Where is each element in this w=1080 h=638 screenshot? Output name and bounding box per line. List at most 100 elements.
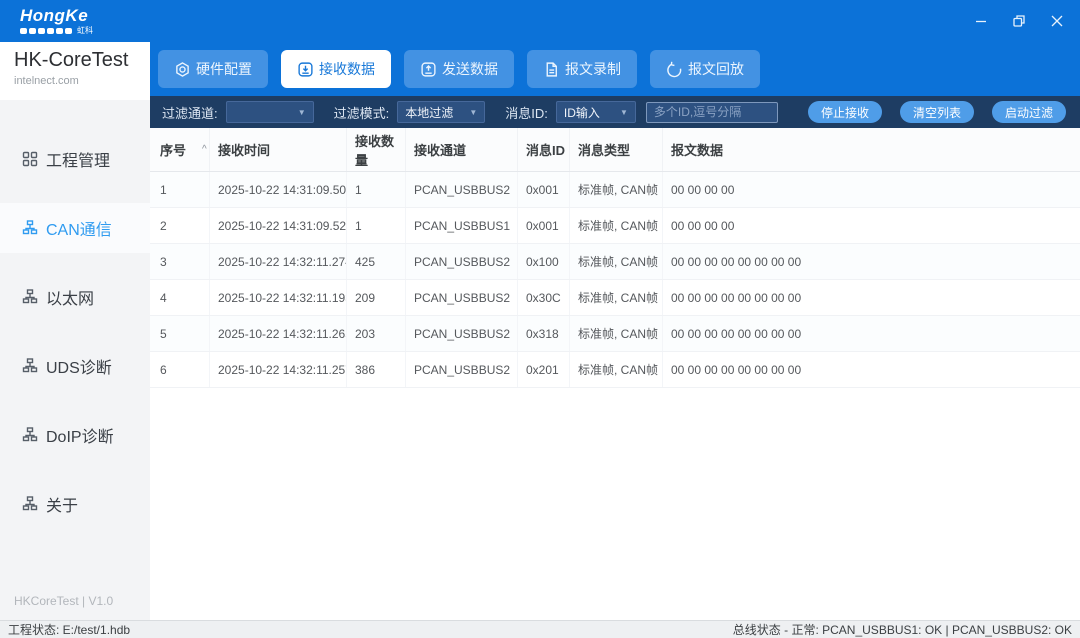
logo-cn-text: 虹科 bbox=[77, 27, 93, 35]
chevron-down-icon: ▼ bbox=[620, 108, 628, 117]
sidebar-menu: 工程管理 CAN通信 以太网 UDS诊断 DoIP诊断 关于 bbox=[0, 100, 150, 529]
start-filter-button[interactable]: 启动过滤 bbox=[992, 101, 1066, 123]
cell-msgid: 0x318 bbox=[518, 316, 570, 351]
filter-mode-select[interactable]: 本地过滤 ▼ bbox=[397, 101, 485, 123]
title-bar: HongKe 虹科 bbox=[0, 0, 1080, 42]
tab-message-record[interactable]: 报文录制 bbox=[527, 50, 637, 88]
cell-msgtype: 标准帧, CAN帧 bbox=[570, 280, 663, 315]
maximize-icon[interactable] bbox=[1012, 14, 1026, 28]
cell-data: 00 00 00 00 00 00 00 00 bbox=[663, 244, 1080, 279]
filter-channel-select[interactable]: ▼ bbox=[226, 101, 314, 123]
tab-label: 接收数据 bbox=[319, 59, 375, 79]
cell-channel: PCAN_USBBUS2 bbox=[406, 172, 518, 207]
filter-mode-value: 本地过滤 bbox=[405, 104, 453, 121]
cell-data: 00 00 00 00 bbox=[663, 172, 1080, 207]
chevron-down-icon: ▼ bbox=[298, 108, 306, 117]
cell-seq: 4 bbox=[150, 280, 210, 315]
upload-icon bbox=[420, 61, 437, 78]
cell-msgid: 0x30C bbox=[518, 280, 570, 315]
cell-data: 00 00 00 00 00 00 00 00 bbox=[663, 316, 1080, 351]
sidebar-item-can[interactable]: CAN通信 bbox=[0, 203, 150, 253]
logo-text: HongKe bbox=[20, 7, 93, 24]
cell-msgtype: 标准帧, CAN帧 bbox=[570, 172, 663, 207]
cell-seq: 6 bbox=[150, 352, 210, 387]
gear-icon bbox=[174, 61, 191, 78]
status-bar: 工程状态: E:/test/1.hdb 总线状态 - 正常: PCAN_USBB… bbox=[0, 620, 1080, 638]
col-count: 接收数量 bbox=[347, 128, 406, 171]
tab-label: 发送数据 bbox=[442, 59, 498, 79]
tab-receive-data[interactable]: 接收数据 bbox=[281, 50, 391, 88]
table-row[interactable]: 1 2025-10-22 14:31:09.504 1 PCAN_USBBUS2… bbox=[150, 172, 1080, 208]
cell-data: 00 00 00 00 bbox=[663, 208, 1080, 243]
tab-send-data[interactable]: 发送数据 bbox=[404, 50, 514, 88]
cell-time: 2025-10-22 14:32:11.257 bbox=[210, 352, 347, 387]
chevron-down-icon: ▼ bbox=[469, 108, 477, 117]
sidebar-item-uds[interactable]: UDS诊断 bbox=[0, 341, 150, 391]
cell-channel: PCAN_USBBUS2 bbox=[406, 280, 518, 315]
receive-data-table: 序号^ 接收时间 接收数量 接收通道 消息ID 消息类型 报文数据 1 2025… bbox=[150, 128, 1080, 602]
cell-seq: 5 bbox=[150, 316, 210, 351]
minimize-icon[interactable] bbox=[974, 14, 988, 28]
filter-msgid-select[interactable]: ID输入 ▼ bbox=[556, 101, 636, 123]
cell-channel: PCAN_USBBUS2 bbox=[406, 316, 518, 351]
tab-label: 硬件配置 bbox=[196, 59, 252, 79]
project-status-text: 工程状态: E:/test/1.hdb bbox=[8, 621, 130, 638]
sidebar-header: HK-CoreTest intelnect.com bbox=[0, 42, 150, 100]
top-nav: 硬件配置 接收数据 发送数据 报文录制 报文回放 bbox=[150, 42, 1080, 96]
cell-msgid: 0x001 bbox=[518, 172, 570, 207]
cell-time: 2025-10-22 14:31:09.504 bbox=[210, 172, 347, 207]
cell-data: 00 00 00 00 00 00 00 00 bbox=[663, 280, 1080, 315]
sidebar-item-label: 工程管理 bbox=[46, 147, 110, 171]
cell-channel: PCAN_USBBUS1 bbox=[406, 208, 518, 243]
filter-channel-label: 过滤通道: bbox=[162, 103, 218, 122]
filter-msgid-label: 消息ID: bbox=[505, 103, 548, 122]
table-row[interactable]: 4 2025-10-22 14:32:11.193 209 PCAN_USBBU… bbox=[150, 280, 1080, 316]
table-header-row: 序号^ 接收时间 接收数量 接收通道 消息ID 消息类型 报文数据 bbox=[150, 128, 1080, 172]
sidebar-item-doip[interactable]: DoIP诊断 bbox=[0, 410, 150, 460]
tab-label: 报文录制 bbox=[565, 59, 621, 79]
msgid-input[interactable] bbox=[646, 102, 778, 123]
clear-list-button[interactable]: 清空列表 bbox=[900, 101, 974, 123]
sidebar-item-label: DoIP诊断 bbox=[46, 423, 114, 447]
cell-msgtype: 标准帧, CAN帧 bbox=[570, 244, 663, 279]
document-icon bbox=[543, 61, 560, 78]
grid-icon bbox=[22, 151, 38, 167]
cell-time: 2025-10-22 14:32:11.193 bbox=[210, 280, 347, 315]
filter-msgid-value: ID输入 bbox=[564, 104, 600, 121]
close-icon[interactable] bbox=[1050, 14, 1064, 28]
filter-actions: 停止接收 清空列表 启动过滤 bbox=[808, 101, 1066, 123]
sitemap-icon bbox=[22, 220, 38, 236]
cell-time: 2025-10-22 14:31:09.526 bbox=[210, 208, 347, 243]
stop-receive-button[interactable]: 停止接收 bbox=[808, 101, 882, 123]
cell-count: 1 bbox=[347, 172, 406, 207]
cell-channel: PCAN_USBBUS2 bbox=[406, 352, 518, 387]
table-row[interactable]: 2 2025-10-22 14:31:09.526 1 PCAN_USBBUS1… bbox=[150, 208, 1080, 244]
cell-count: 203 bbox=[347, 316, 406, 351]
app-version: HKCoreTest | V1.0 bbox=[14, 594, 113, 608]
cell-seq: 1 bbox=[150, 172, 210, 207]
cell-seq: 2 bbox=[150, 208, 210, 243]
cell-msgtype: 标准帧, CAN帧 bbox=[570, 352, 663, 387]
tab-message-replay[interactable]: 报文回放 bbox=[650, 50, 760, 88]
cell-msgid: 0x001 bbox=[518, 208, 570, 243]
sitemap-icon bbox=[22, 358, 38, 374]
filter-bar: 过滤通道: ▼ 过滤模式: 本地过滤 ▼ 消息ID: ID输入 ▼ 停止接收 清… bbox=[150, 96, 1080, 128]
table-row[interactable]: 5 2025-10-22 14:32:11.265 203 PCAN_USBBU… bbox=[150, 316, 1080, 352]
sidebar-item-project[interactable]: 工程管理 bbox=[0, 134, 150, 184]
table-row[interactable]: 3 2025-10-22 14:32:11.274 425 PCAN_USBBU… bbox=[150, 244, 1080, 280]
hongke-logo: HongKe 虹科 bbox=[20, 7, 93, 35]
app-title: HK-CoreTest bbox=[14, 49, 150, 72]
sidebar-item-ethernet[interactable]: 以太网 bbox=[0, 272, 150, 322]
cell-msgtype: 标准帧, CAN帧 bbox=[570, 316, 663, 351]
sitemap-icon bbox=[22, 427, 38, 443]
cell-msgid: 0x100 bbox=[518, 244, 570, 279]
cell-msgtype: 标准帧, CAN帧 bbox=[570, 208, 663, 243]
col-msgtype: 消息类型 bbox=[570, 128, 663, 171]
tab-hardware-config[interactable]: 硬件配置 bbox=[158, 50, 268, 88]
table-row[interactable]: 6 2025-10-22 14:32:11.257 386 PCAN_USBBU… bbox=[150, 352, 1080, 388]
sidebar-item-about[interactable]: 关于 bbox=[0, 479, 150, 529]
sort-asc-icon[interactable]: ^ bbox=[202, 144, 207, 155]
sitemap-icon bbox=[22, 496, 38, 512]
cell-count: 386 bbox=[347, 352, 406, 387]
replay-icon bbox=[666, 61, 683, 78]
